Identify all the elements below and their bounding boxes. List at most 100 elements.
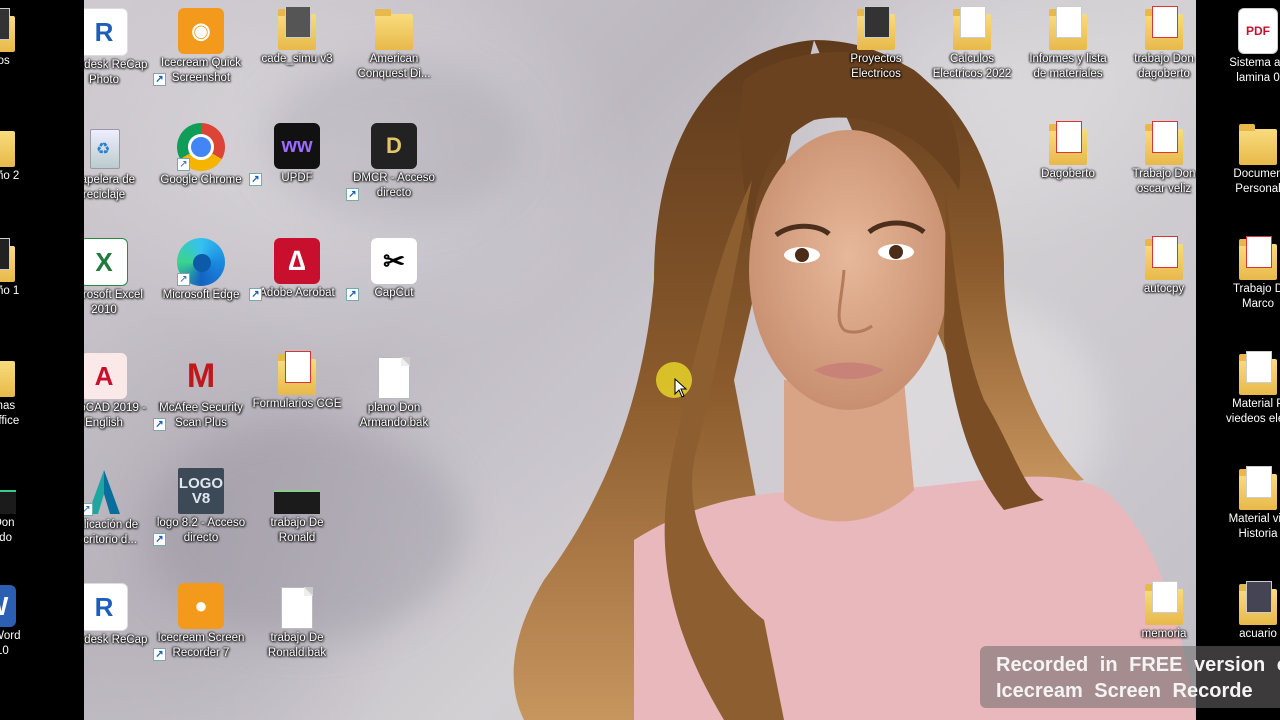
desktop-icon-dagoberto[interactable]: Dagoberto bbox=[1020, 121, 1116, 182]
desktop-icon-trabajo-ronald-bak[interactable]: trabajo De Ronald.bak bbox=[249, 583, 345, 661]
desktop-icon-trabajo-dagoberto[interactable]: trabajo Don dagoberto bbox=[1116, 6, 1196, 82]
autocad-icon: A↗ bbox=[84, 353, 127, 399]
icon-label: DMCR - Acceso directo bbox=[353, 172, 435, 199]
desktop-icon-chrome[interactable]: ↗ Google Chrome bbox=[153, 123, 249, 188]
edge-icon: ↗ bbox=[177, 238, 225, 286]
icon-label: CapCut bbox=[374, 287, 414, 299]
folder-icon bbox=[953, 6, 991, 50]
folder-icon bbox=[278, 6, 316, 50]
right-monitor-edge: PDF Sistema ag lamina 0 Documen Personal… bbox=[1196, 0, 1280, 720]
icon-label: Autodesk ReCap Photo bbox=[84, 59, 148, 86]
icon-label: acuario bbox=[1239, 628, 1277, 640]
icon-label: logo 8.2 - Acceso directo bbox=[156, 517, 246, 544]
desktop-icon-plano-don-armando[interactable]: no Don nando bbox=[0, 490, 44, 546]
icon-label: ideos bbox=[0, 55, 10, 67]
desktop-icon-recap-photo[interactable]: R↗ Autodesk ReCap Photo bbox=[84, 8, 152, 88]
desktop-icon-material-p[interactable]: Material P viedeos elec bbox=[1210, 351, 1280, 427]
icon-label: los año 2 bbox=[0, 170, 20, 182]
desktop-icon-updf[interactable]: ww ↗ UPDF bbox=[249, 123, 345, 186]
desktop-icon-programas[interactable]: gramas ad, office bbox=[0, 355, 44, 429]
icon-label: Adobe Acrobat bbox=[259, 287, 335, 299]
desktop-icon-autocpy[interactable]: autocpy bbox=[1116, 236, 1196, 297]
icon-label: Papelera de reciclaje bbox=[84, 174, 136, 201]
desktop-icon-formularios-cge[interactable]: Formularios CGE bbox=[249, 351, 345, 412]
autodesk-recap-photo-icon: R↗ bbox=[84, 8, 128, 56]
icon-label: Icecream Quick Screenshot bbox=[161, 57, 241, 84]
desktop-icon-capcut[interactable]: ✂ ↗ CapCut bbox=[346, 238, 442, 301]
capcut-icon: ✂ ↗ bbox=[346, 238, 417, 301]
folder-icon bbox=[0, 238, 15, 282]
folder-icon bbox=[1049, 121, 1087, 165]
excel-icon: X↗ bbox=[84, 238, 128, 286]
folder-icon bbox=[857, 6, 895, 50]
desktop-icon-plano-don-armando-bak[interactable]: plano Don Armando.bak bbox=[346, 353, 442, 431]
desktop-icon-acrobat[interactable]: ∆ ↗ Adobe Acrobat bbox=[249, 238, 345, 301]
folder-icon bbox=[1239, 236, 1277, 280]
icon-label: Microsoft Edge bbox=[162, 289, 240, 301]
folder-icon bbox=[1239, 124, 1277, 165]
desktop-icon-icecream-recorder[interactable]: ● ↗ Icecream Screen Recorder 7 bbox=[153, 583, 249, 661]
icon-label: los año 1 bbox=[0, 285, 20, 297]
desktop-icon-recycle-bin[interactable]: ♻ Papelera de reciclaje bbox=[84, 123, 152, 203]
desktop-icon-mcafee[interactable]: M ↗ McAfee Security Scan Plus bbox=[153, 353, 249, 431]
icon-label: Informes y lista de materiales bbox=[1029, 53, 1107, 80]
desktop-icon-memoria[interactable]: memoria bbox=[1116, 581, 1196, 642]
icon-label: American Conquest Di... bbox=[357, 53, 431, 80]
chrome-icon: ↗ bbox=[177, 123, 225, 171]
folder-icon bbox=[1145, 581, 1183, 625]
recycle-bin-icon: ♻ bbox=[84, 123, 128, 171]
desktop-icon-acuario[interactable]: acuario bbox=[1210, 581, 1280, 642]
icon-label: gramas ad, office bbox=[0, 400, 20, 427]
folder-icon bbox=[1239, 351, 1277, 395]
left-monitor-edge: ideos los año 2 los año 1 gramas ad, off… bbox=[0, 0, 84, 720]
icon-label: Sistema ag lamina 0 bbox=[1229, 57, 1280, 84]
icon-label: trabajo Don dagoberto bbox=[1134, 53, 1194, 80]
desktop-icon-calculos-electricos[interactable]: Calculos Electricos 2022 bbox=[924, 6, 1020, 82]
acrobat-icon: ∆ ↗ bbox=[249, 238, 320, 301]
dmcr-icon: D ↗ bbox=[346, 123, 417, 201]
desktop-icon-dmcr[interactable]: D ↗ DMCR - Acceso directo bbox=[346, 123, 442, 201]
icon-label: no Don nando bbox=[0, 517, 15, 544]
desktop-icon-logo-v8[interactable]: LOGO V8 ↗ logo 8.2 - Acceso directo bbox=[153, 468, 249, 546]
desktop-icon-excel[interactable]: X↗ Microsoft Excel 2010 bbox=[84, 238, 152, 318]
autodesk-recap-icon: R↗ bbox=[84, 583, 128, 631]
icon-label: Icecream Screen Recorder 7 bbox=[157, 632, 245, 659]
icon-label: soft Word 2010 bbox=[0, 630, 21, 657]
desktop-icon-anos1[interactable]: los año 1 bbox=[0, 238, 44, 299]
desktop-icon-recap[interactable]: R↗ Autodesk ReCap bbox=[84, 583, 152, 648]
folder-icon bbox=[1239, 581, 1277, 625]
folder-icon bbox=[0, 131, 15, 167]
folder-icon bbox=[278, 351, 316, 395]
mouse-cursor-icon bbox=[674, 378, 688, 398]
icecream-recorder-icon: ● ↗ bbox=[153, 583, 224, 661]
desktop-icon-trabajo-oscar[interactable]: Trabajo Don oscar veliz bbox=[1116, 121, 1196, 197]
icon-label: Trabajo Don oscar veliz bbox=[1132, 168, 1196, 195]
desktop-icon-informes[interactable]: Informes y lista de materiales bbox=[1020, 6, 1116, 82]
logo-v8-icon: LOGO V8 ↗ bbox=[153, 468, 224, 546]
desktop-wallpaper: R↗ Autodesk ReCap Photo ♻ Papelera de re… bbox=[84, 0, 1196, 720]
icon-label: Autodesk ReCap bbox=[84, 634, 148, 646]
icon-label: Material P viedeos elec bbox=[1226, 398, 1280, 425]
desktop-icon-word[interactable]: W soft Word 2010 bbox=[0, 585, 44, 659]
desktop-icon-material-video[interactable]: Material vid Historia bbox=[1210, 466, 1280, 542]
desktop-icon-autocad[interactable]: A↗ AutoCAD 2019 - English bbox=[84, 353, 152, 431]
desktop-icon-proyectos-electricos[interactable]: Proyectos Electricos bbox=[828, 6, 924, 82]
desktop-icon-documentos[interactable]: Documen Personal bbox=[1210, 123, 1280, 197]
desktop-icon-trabajo-marco[interactable]: Trabajo D Marco bbox=[1210, 236, 1280, 312]
desktop-icon-sistema[interactable]: PDF Sistema ag lamina 0 bbox=[1210, 8, 1280, 86]
icon-label: Material vid Historia bbox=[1228, 513, 1280, 540]
desktop-icon-autodesk-app[interactable]: ↗ Aplicación de escritorio d... bbox=[84, 468, 152, 548]
updf-icon: ww ↗ bbox=[249, 123, 320, 186]
desktop-icon-icecream-screenshot[interactable]: ◉ ↗ Icecream Quick Screenshot bbox=[153, 8, 249, 86]
icecream-screenshot-icon: ◉ ↗ bbox=[153, 8, 224, 86]
desktop-icon-cade-simu[interactable]: cade_simu v3 bbox=[249, 6, 345, 67]
folder-icon bbox=[1145, 6, 1183, 50]
icon-label: UPDF bbox=[281, 172, 313, 184]
icon-label: Google Chrome bbox=[160, 174, 242, 186]
desktop-icon-american-conquest[interactable]: American Conquest Di... bbox=[346, 8, 442, 82]
desktop-icon-anos2[interactable]: los año 2 bbox=[0, 125, 44, 184]
icon-label: trabajo De Ronald.bak bbox=[267, 632, 327, 659]
desktop-icon-trabajo-ronald[interactable]: trabajo De Ronald bbox=[249, 490, 345, 546]
desktop-icon-edge[interactable]: ↗ Microsoft Edge bbox=[153, 238, 249, 303]
desktop-icon-videos[interactable]: ideos bbox=[0, 8, 44, 69]
